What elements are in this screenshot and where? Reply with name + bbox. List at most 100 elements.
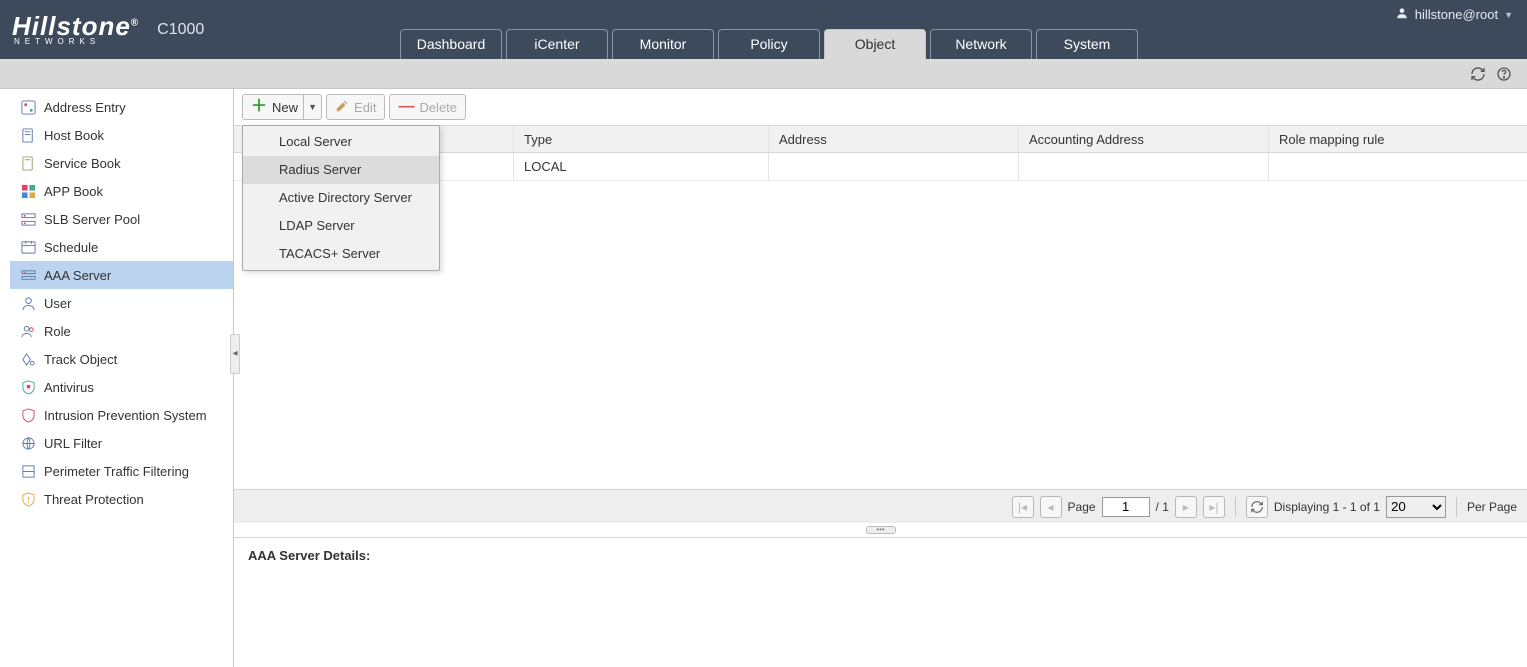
dropdown-item-ad-server[interactable]: Active Directory Server — [243, 184, 439, 212]
sidebar-item-perimeter[interactable]: Perimeter Traffic Filtering — [10, 457, 233, 485]
perimeter-icon — [20, 463, 36, 479]
sidebar-item-label: Track Object — [44, 352, 117, 367]
details-splitter[interactable]: ••• — [234, 523, 1527, 537]
sidebar-item-ips[interactable]: Intrusion Prevention System — [10, 401, 233, 429]
minus-icon: — — [398, 99, 414, 115]
dropdown-item-local-server[interactable]: Local Server — [243, 128, 439, 156]
user-icon — [1395, 6, 1409, 23]
sidebar-item-label: Threat Protection — [44, 492, 144, 507]
sidebar-item-label: Address Entry — [44, 100, 126, 115]
sidebar-item-user[interactable]: User — [10, 289, 233, 317]
aaa-server-icon — [20, 267, 36, 283]
chevron-down-icon[interactable]: ▼ — [303, 95, 321, 119]
tab-system[interactable]: System — [1036, 29, 1138, 59]
main-area: ＋ New ▼ Edit — Delete Local Server Radiu… — [234, 89, 1527, 667]
sidebar-item-label: URL Filter — [44, 436, 102, 451]
host-book-icon — [20, 127, 36, 143]
sidebar-item-threat[interactable]: Threat Protection — [10, 485, 233, 513]
sidebar-item-address-entry[interactable]: Address Entry — [10, 93, 233, 121]
pager-refresh[interactable] — [1246, 496, 1268, 518]
pager-page-input[interactable] — [1102, 497, 1150, 517]
sidebar-item-service-book[interactable]: Service Book — [10, 149, 233, 177]
antivirus-icon — [20, 379, 36, 395]
edit-icon — [335, 99, 349, 116]
tab-icenter[interactable]: iCenter — [506, 29, 608, 59]
topbar: Hillstone® NETWORKS C1000 Dashboard iCen… — [0, 0, 1527, 59]
details-title: AAA Server Details: — [248, 548, 1513, 563]
dropdown-item-radius-server[interactable]: Radius Server — [243, 156, 439, 184]
brand: Hillstone® NETWORKS C1000 — [0, 13, 204, 46]
col-acct-address[interactable]: Accounting Address — [1019, 126, 1269, 152]
sidebar-item-label: Perimeter Traffic Filtering — [44, 464, 189, 479]
role-icon — [20, 323, 36, 339]
cell-acct-address — [1019, 153, 1269, 180]
cell-address — [769, 153, 1019, 180]
delete-button-label: Delete — [419, 100, 457, 115]
app-book-icon — [20, 183, 36, 199]
new-dropdown: Local Server Radius Server Active Direct… — [242, 125, 440, 271]
col-address[interactable]: Address — [769, 126, 1019, 152]
ips-icon — [20, 407, 36, 423]
pager-prev[interactable]: ◂ — [1040, 496, 1062, 518]
tab-monitor[interactable]: Monitor — [612, 29, 714, 59]
sidebar-item-label: Service Book — [44, 156, 121, 171]
edit-button-label: Edit — [354, 100, 376, 115]
new-button[interactable]: ＋ New ▼ — [242, 94, 322, 120]
refresh-button[interactable] — [1469, 65, 1487, 83]
user-icon — [20, 295, 36, 311]
track-object-icon — [20, 351, 36, 367]
tab-policy[interactable]: Policy — [718, 29, 820, 59]
slb-icon — [20, 211, 36, 227]
delete-button[interactable]: — Delete — [389, 94, 466, 120]
sidebar-item-label: APP Book — [44, 184, 103, 199]
sidebar-item-label: Antivirus — [44, 380, 94, 395]
edit-button[interactable]: Edit — [326, 94, 385, 120]
cell-type: LOCAL — [514, 153, 769, 180]
pager-page-total: / 1 — [1156, 500, 1169, 514]
sidebar-item-label: Role — [44, 324, 71, 339]
plus-icon: ＋ — [251, 99, 267, 115]
schedule-icon — [20, 239, 36, 255]
pager-first[interactable]: |◂ — [1012, 496, 1034, 518]
brand-model: C1000 — [157, 21, 204, 39]
tab-object[interactable]: Object — [824, 29, 926, 59]
sidebar-item-label: Host Book — [44, 128, 104, 143]
cell-role-mapping — [1269, 153, 1527, 180]
sidebar-item-role[interactable]: Role — [10, 317, 233, 345]
sidebar-item-label: Intrusion Prevention System — [44, 408, 207, 423]
user-menu[interactable]: hillstone@root ▼ — [1395, 6, 1513, 23]
user-label: hillstone@root — [1415, 7, 1498, 22]
pager-display-text: Displaying 1 - 1 of 1 — [1274, 500, 1380, 514]
sidebar-item-host-book[interactable]: Host Book — [10, 121, 233, 149]
nav-tabs: Dashboard iCenter Monitor Policy Object … — [400, 29, 1142, 59]
toolbar: ＋ New ▼ Edit — Delete Local Server Radiu… — [234, 89, 1527, 125]
sidebar-item-aaa-server[interactable]: AAA Server — [10, 261, 233, 289]
pager-last[interactable]: ▸| — [1203, 496, 1225, 518]
sidebar-item-track-object[interactable]: Track Object — [10, 345, 233, 373]
sidebar-item-app-book[interactable]: APP Book — [10, 177, 233, 205]
pager-page-label: Page — [1068, 500, 1096, 514]
col-type[interactable]: Type — [514, 126, 769, 152]
pager-per-page-label: Per Page — [1467, 500, 1517, 514]
sub-toolbar — [0, 59, 1527, 89]
col-role-mapping[interactable]: Role mapping rule — [1269, 126, 1527, 152]
dropdown-item-ldap-server[interactable]: LDAP Server — [243, 212, 439, 240]
tab-network[interactable]: Network — [930, 29, 1032, 59]
pager-next[interactable]: ▸ — [1175, 496, 1197, 518]
sidebar-item-label: User — [44, 296, 71, 311]
help-button[interactable] — [1495, 65, 1513, 83]
sidebar-item-url-filter[interactable]: URL Filter — [10, 429, 233, 457]
new-button-label: New — [272, 100, 298, 115]
tab-dashboard[interactable]: Dashboard — [400, 29, 502, 59]
pager-separator-2 — [1456, 497, 1457, 517]
sidebar-item-label: AAA Server — [44, 268, 111, 283]
sidebar-item-slb[interactable]: SLB Server Pool — [10, 205, 233, 233]
splitter-grip-icon: ••• — [866, 526, 896, 534]
dropdown-item-tacacs-server[interactable]: TACACS+ Server — [243, 240, 439, 268]
sidebar-item-antivirus[interactable]: Antivirus — [10, 373, 233, 401]
pager-per-page-select[interactable]: 20 — [1386, 496, 1446, 518]
sidebar: Address Entry Host Book Service Book APP… — [0, 89, 234, 667]
address-entry-icon — [20, 99, 36, 115]
sidebar-item-schedule[interactable]: Schedule — [10, 233, 233, 261]
chevron-down-icon: ▼ — [1504, 10, 1513, 20]
